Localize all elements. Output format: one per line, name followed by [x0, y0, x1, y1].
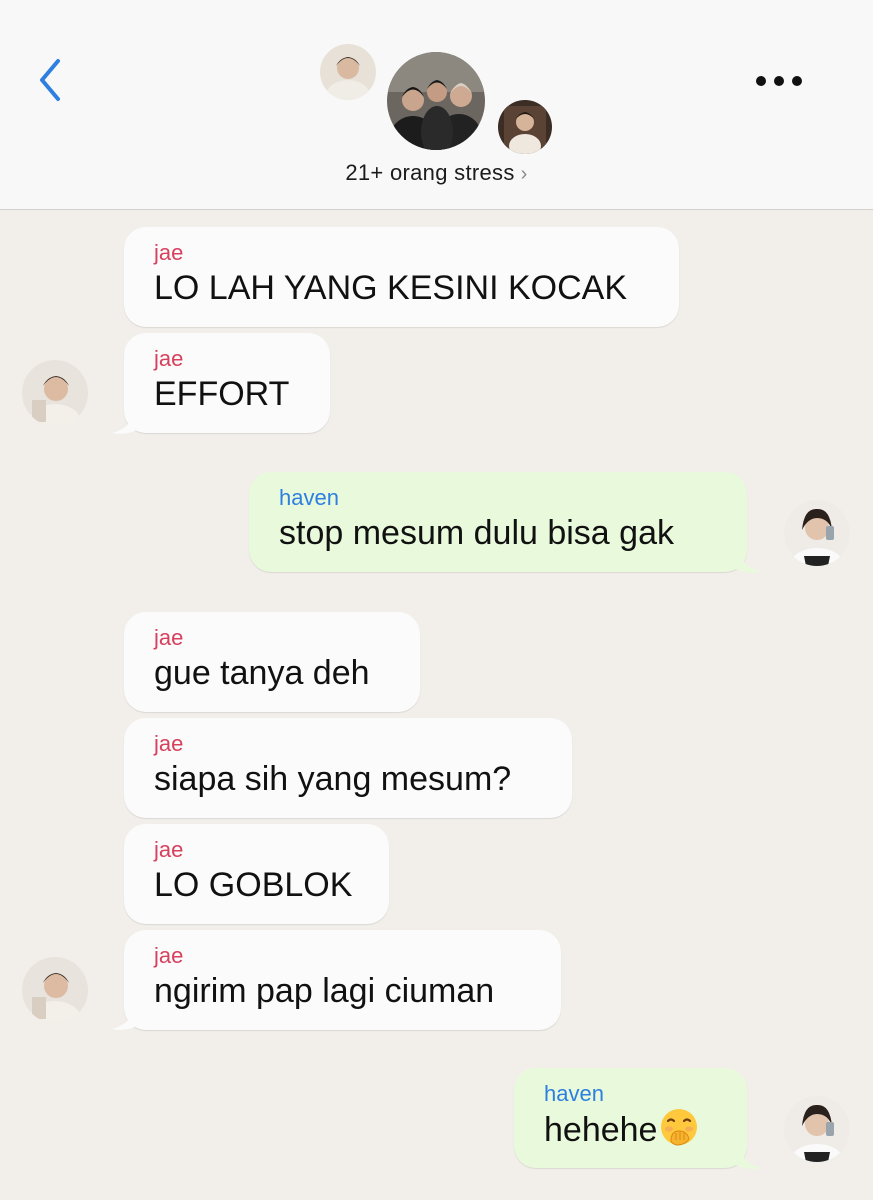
group-member-avatar	[320, 44, 376, 100]
bubble-tail	[112, 1006, 140, 1030]
chevron-right-icon: ›	[520, 163, 528, 185]
message-text: EFFORT	[154, 375, 290, 413]
message-text: stop mesum dulu bisa gak	[279, 514, 674, 552]
face-with-hand-over-mouth-icon	[661, 1109, 698, 1146]
bubble-tail	[733, 549, 761, 573]
more-dots-icon	[756, 76, 802, 86]
message-bubble[interactable]: jae gue tanya deh	[124, 612, 420, 712]
message-text: LO GOBLOK	[154, 866, 353, 904]
message-text: gue tanya deh	[154, 654, 370, 692]
message-bubble[interactable]: haven stop mesum dulu bisa gak	[249, 472, 747, 572]
message-text-content: hehehe	[544, 1111, 658, 1149]
sender-name: jae	[154, 943, 184, 968]
message-bubble[interactable]: jae ngirim pap lagi ciuman	[124, 930, 561, 1030]
group-member-avatar	[498, 100, 552, 154]
message-bubble[interactable]: jae EFFORT	[124, 333, 330, 433]
group-avatar[interactable]	[387, 52, 485, 150]
avatar[interactable]	[784, 1096, 850, 1162]
message-text: siapa sih yang mesum?	[154, 760, 512, 798]
avatar[interactable]	[22, 360, 88, 426]
chevron-left-icon	[40, 59, 60, 101]
more-options-button[interactable]	[752, 66, 806, 96]
group-name-label: 21+ orang stress	[345, 160, 515, 185]
message-bubble[interactable]: jae LO GOBLOK	[124, 824, 389, 924]
sender-name: jae	[154, 837, 184, 862]
sender-name: jae	[154, 625, 184, 650]
message-bubble[interactable]: jae siapa sih yang mesum?	[124, 718, 572, 818]
sender-name: haven	[544, 1081, 604, 1106]
message-bubble[interactable]: jae LO LAH YANG KESINI KOCAK	[124, 227, 679, 327]
message-text: hehehe	[544, 1107, 717, 1152]
message-bubble[interactable]: haven hehehe	[514, 1068, 747, 1168]
bubble-tail	[733, 1145, 761, 1169]
back-button[interactable]	[30, 55, 70, 105]
sender-name: jae	[154, 346, 184, 371]
sender-name: jae	[154, 731, 184, 756]
sender-name: jae	[154, 240, 184, 265]
bubble-tail	[112, 410, 140, 434]
chat-header: 21+ orang stress ›	[0, 0, 873, 210]
group-name[interactable]: 21+ orang stress ›	[0, 160, 873, 186]
sender-name: haven	[279, 485, 339, 510]
avatar[interactable]	[784, 500, 850, 566]
avatar[interactable]	[22, 957, 88, 1023]
message-text: ngirim pap lagi ciuman	[154, 972, 495, 1010]
message-text: LO LAH YANG KESINI KOCAK	[154, 269, 628, 307]
